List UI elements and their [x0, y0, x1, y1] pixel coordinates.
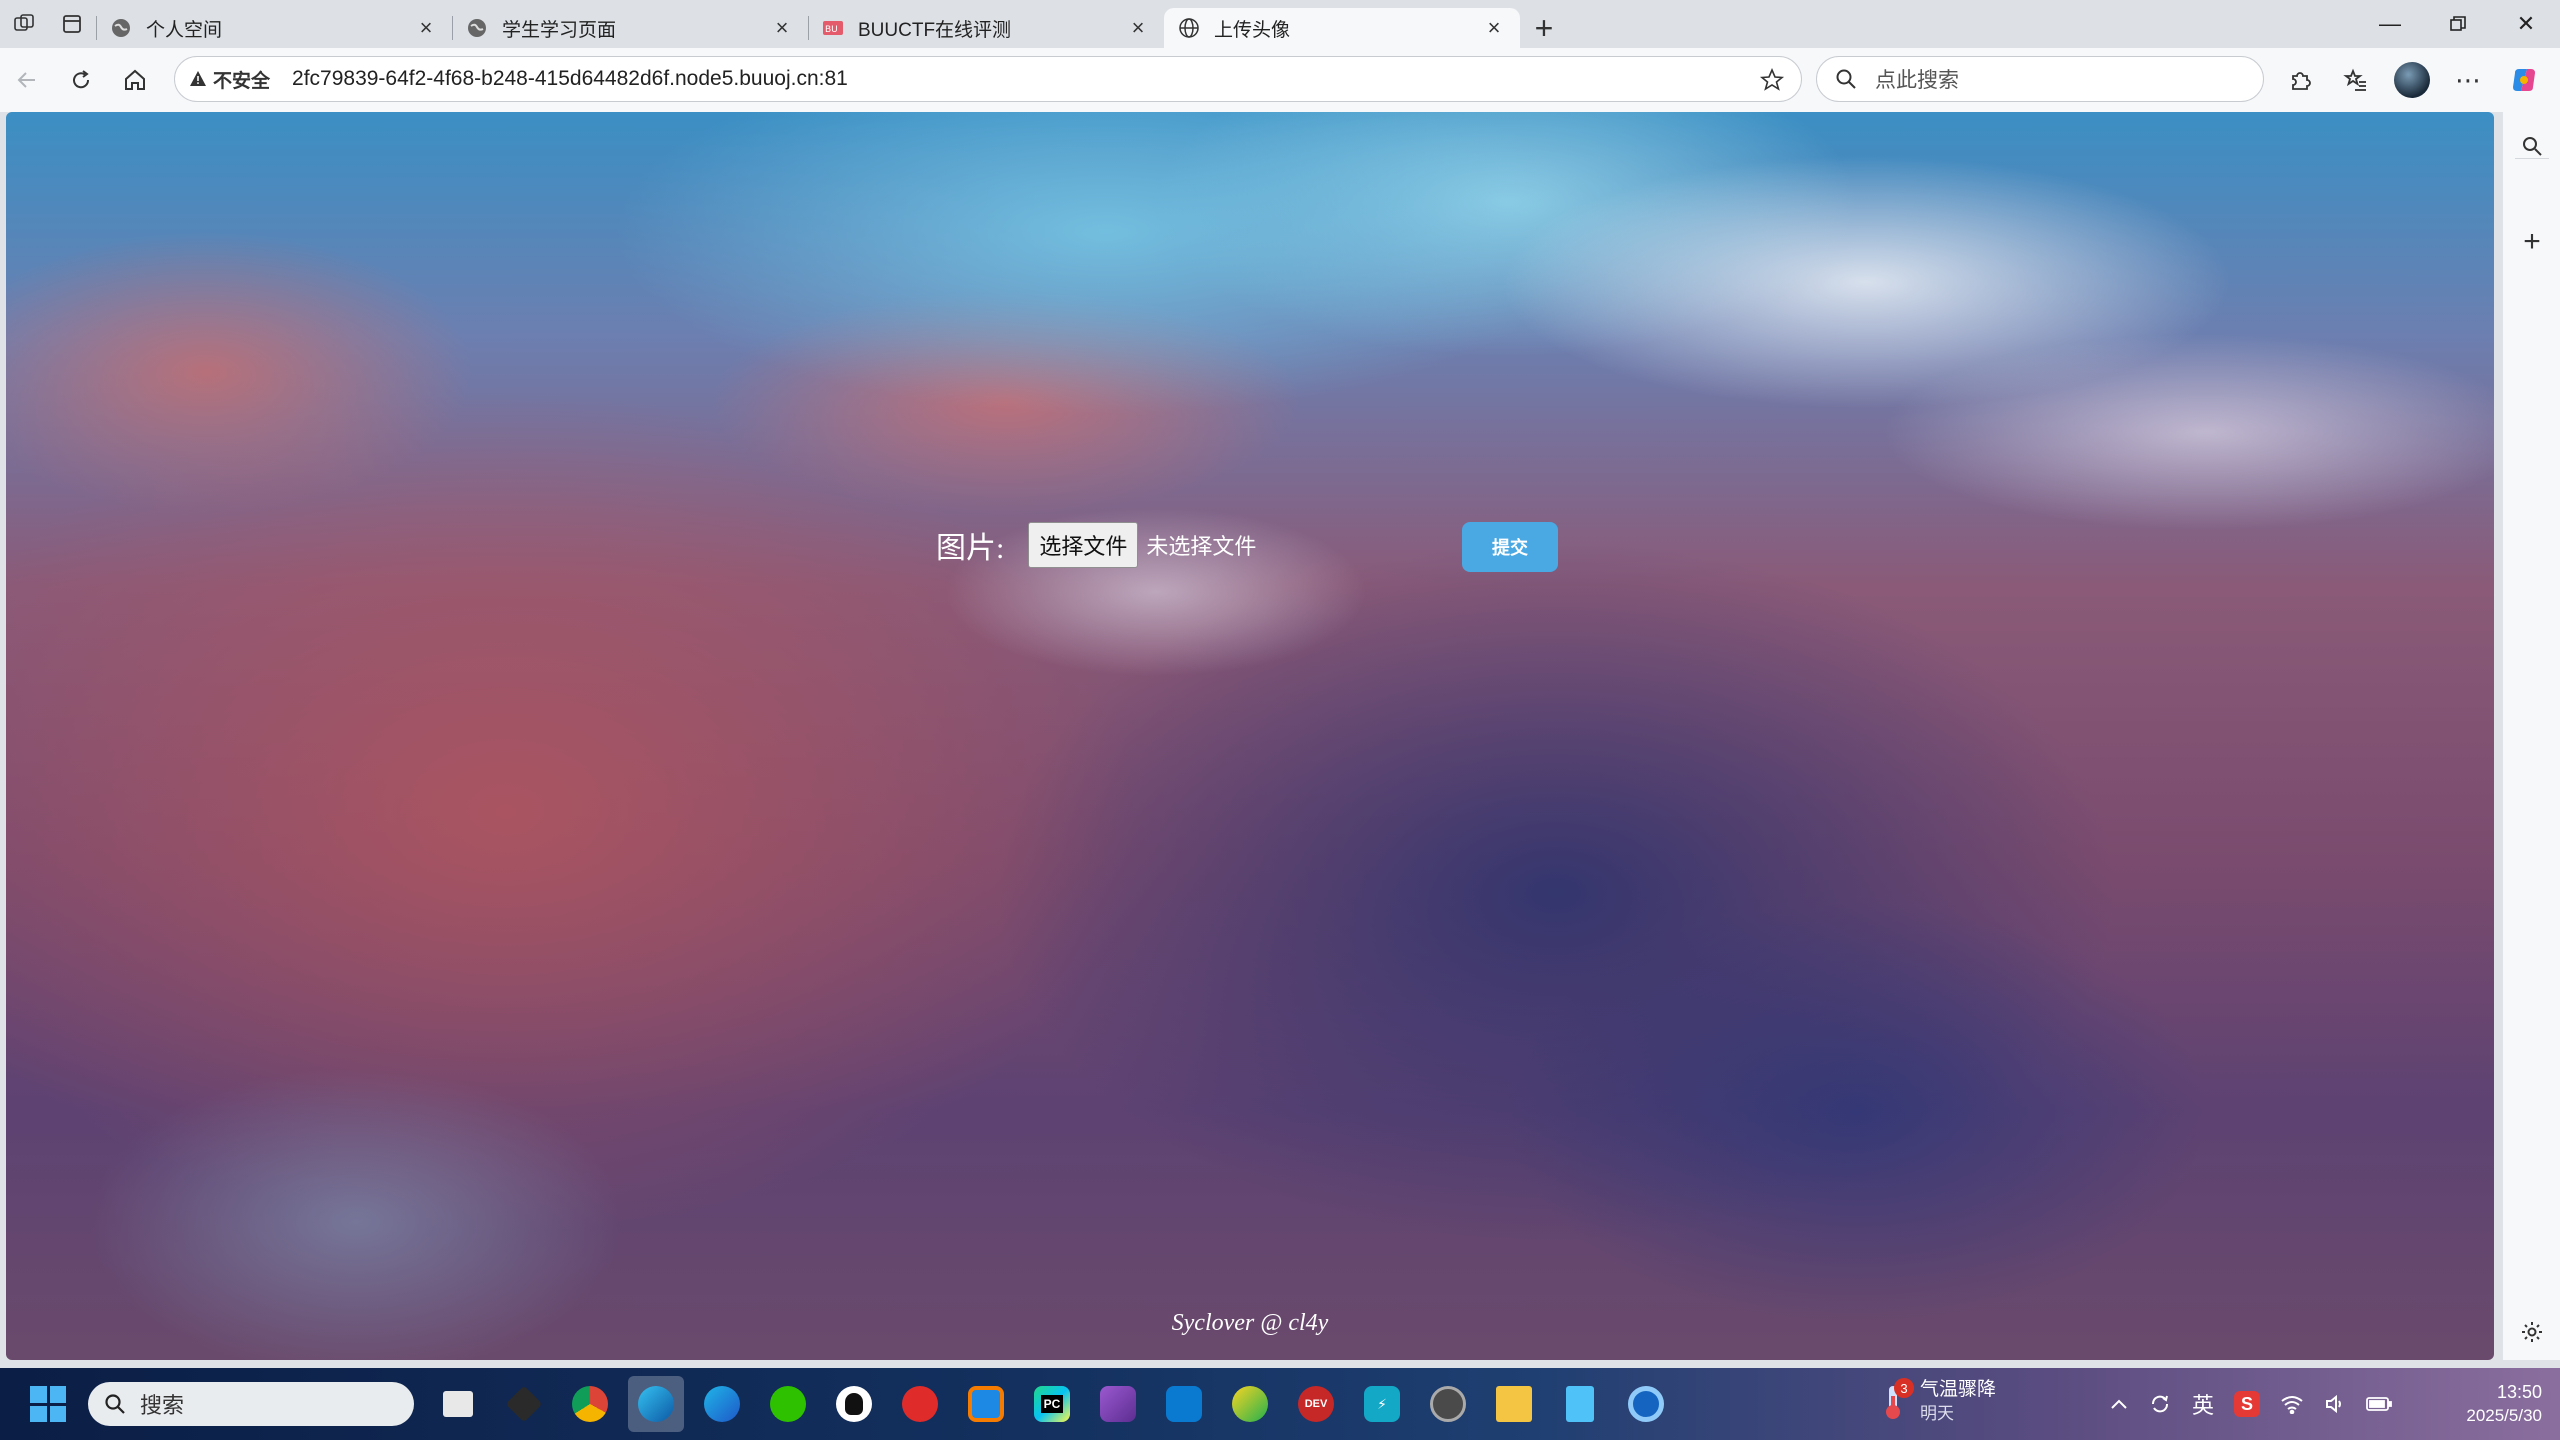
search-icon: [1836, 69, 1856, 89]
warning-icon: [190, 71, 206, 86]
close-window-icon[interactable]: ✕: [2492, 0, 2560, 48]
submit-button[interactable]: 提交: [1462, 522, 1558, 572]
weather-badge: 3: [1894, 1378, 1914, 1398]
wifi-icon[interactable]: [2280, 1394, 2304, 1414]
chrome-icon[interactable]: [562, 1376, 618, 1432]
tab-title: 学生学习页面: [502, 19, 617, 41]
workspaces-icon[interactable]: [0, 0, 48, 48]
input-language-indicator[interactable]: 英: [2192, 1388, 2214, 1420]
taskbar: 搜索 PC DEV ⚡ 3 气温骤降 明天 英 S 13:50 2025/5/3…: [0, 1368, 2560, 1440]
system-clock[interactable]: 13:50 2025/5/30: [2466, 1380, 2542, 1428]
clock-time: 13:50: [2496, 1382, 2542, 1402]
qq-icon[interactable]: [826, 1376, 882, 1432]
green-app-icon[interactable]: [1222, 1376, 1278, 1432]
sidebar-divider: [2515, 158, 2549, 159]
cube-app-icon[interactable]: [496, 1376, 552, 1432]
tab-student-learning[interactable]: 学生学习页面 ×: [452, 8, 808, 48]
url-text[interactable]: 2fc79839-64f2-4f68-b248-415d64482d6f.nod…: [292, 67, 848, 91]
toolbar-actions: ⋯: [2272, 48, 2552, 112]
more-options-icon[interactable]: ⋯: [2440, 52, 2496, 108]
choose-file-button[interactable]: 选择文件: [1028, 522, 1139, 568]
system-tray: 英 S: [2110, 1368, 2412, 1440]
close-icon[interactable]: ×: [1126, 15, 1150, 40]
globe-icon: [466, 17, 488, 39]
close-icon[interactable]: ×: [1482, 15, 1506, 40]
volume-icon[interactable]: [2324, 1394, 2346, 1414]
chevron-up-icon[interactable]: [2110, 1398, 2128, 1410]
battery-icon[interactable]: [2366, 1396, 2392, 1412]
tab-personal-space[interactable]: 个人空间 ×: [96, 8, 452, 48]
favorite-star-icon[interactable]: [1759, 67, 1785, 98]
search-placeholder: 点此搜索: [1875, 69, 1959, 92]
taskbar-search[interactable]: 搜索: [88, 1382, 414, 1426]
globe-icon: [1178, 17, 1200, 39]
notepad-icon[interactable]: [1552, 1376, 1608, 1432]
new-tab-button[interactable]: +: [1520, 8, 1568, 48]
security-indicator[interactable]: 不安全: [189, 66, 270, 93]
edge-icon[interactable]: [628, 1376, 684, 1432]
web-search-box[interactable]: 点此搜索: [1816, 56, 2264, 102]
edge-sidebar: +: [2502, 112, 2560, 1360]
page-viewport: 图片: 选择文件 未选择文件 提交 Syclover @ cl4y: [6, 112, 2494, 1360]
edge-ai-icon[interactable]: [694, 1376, 750, 1432]
navigation-bar: 不安全 2fc79839-64f2-4f68-b248-415d64482d6f…: [0, 48, 2560, 112]
tab-upload-avatar[interactable]: 上传头像 ×: [1164, 8, 1520, 48]
back-icon[interactable]: [0, 53, 54, 107]
sync-icon[interactable]: [2148, 1392, 2172, 1416]
netease-music-icon[interactable]: [892, 1376, 948, 1432]
weather-day: 明天: [1920, 1404, 1954, 1423]
extensions-icon[interactable]: [2272, 52, 2328, 108]
copilot-icon[interactable]: [2496, 52, 2552, 108]
buuctf-icon: BU: [822, 17, 844, 39]
thermometer-icon: 3: [1880, 1378, 1914, 1422]
tab-actions-icon[interactable]: [48, 0, 96, 48]
window-controls: — ✕: [2356, 0, 2560, 48]
folder-icon[interactable]: [1486, 1376, 1542, 1432]
minimize-icon[interactable]: —: [2356, 0, 2424, 48]
visual-studio-icon[interactable]: [1090, 1376, 1146, 1432]
file-explorer-icon[interactable]: [430, 1376, 486, 1432]
sidebar-add-icon[interactable]: +: [2503, 218, 2560, 266]
tab-title: 个人空间: [146, 19, 223, 41]
dev-cpp-icon[interactable]: DEV: [1288, 1376, 1344, 1432]
restore-icon[interactable]: [2424, 0, 2492, 48]
sidebar-search-icon[interactable]: [2503, 122, 2560, 170]
close-icon[interactable]: ×: [414, 15, 438, 40]
weather-alert: 气温骤降: [1920, 1379, 1997, 1400]
upload-form: 图片: 选择文件 未选择文件: [936, 522, 1256, 568]
pycharm-icon[interactable]: PC: [1024, 1376, 1080, 1432]
security-label: 不安全: [213, 70, 271, 92]
sogou-ime-icon[interactable]: S: [2234, 1391, 2261, 1417]
svg-text:BU: BU: [825, 25, 838, 35]
favorites-icon[interactable]: [2328, 52, 2384, 108]
box-app-icon[interactable]: [958, 1376, 1014, 1432]
windows-start-icon[interactable]: [30, 1386, 66, 1422]
sidebar-settings-icon[interactable]: [2503, 1308, 2560, 1356]
address-bar[interactable]: 不安全 2fc79839-64f2-4f68-b248-415d64482d6f…: [174, 56, 1802, 102]
home-icon[interactable]: [108, 53, 162, 107]
clock-app-icon[interactable]: [1420, 1376, 1476, 1432]
globe-icon: [110, 17, 132, 39]
footer-credit: Syclover @ cl4y: [1171, 1310, 1329, 1336]
tab-buuctf[interactable]: BU BUUCTF在线评测 ×: [808, 8, 1164, 48]
weather-widget[interactable]: 3 气温骤降 明天: [1880, 1378, 1996, 1426]
vscode-icon[interactable]: [1156, 1376, 1212, 1432]
search-icon: [105, 1394, 125, 1414]
chrome-alt-icon[interactable]: [1618, 1376, 1674, 1432]
file-status-text: 未选择文件: [1146, 534, 1257, 559]
reload-icon[interactable]: [54, 53, 108, 107]
profile-avatar[interactable]: [2394, 62, 2430, 98]
taskbar-search-label: 搜索: [140, 1393, 185, 1418]
clock-date: 2025/5/30: [2466, 1406, 2542, 1425]
close-icon[interactable]: ×: [770, 15, 794, 40]
bolt-app-icon[interactable]: ⚡: [1354, 1376, 1410, 1432]
tab-strip: 个人空间 × 学生学习页面 × BU BUUCTF在线评测 × 上传头像 × +…: [0, 0, 2560, 48]
wechat-icon[interactable]: [760, 1376, 816, 1432]
tab-title: 上传头像: [1214, 19, 1291, 41]
taskbar-apps: PC DEV ⚡: [430, 1376, 1684, 1432]
image-field-label: 图片:: [936, 532, 1005, 565]
tab-title: BUUCTF在线评测: [858, 19, 1012, 41]
